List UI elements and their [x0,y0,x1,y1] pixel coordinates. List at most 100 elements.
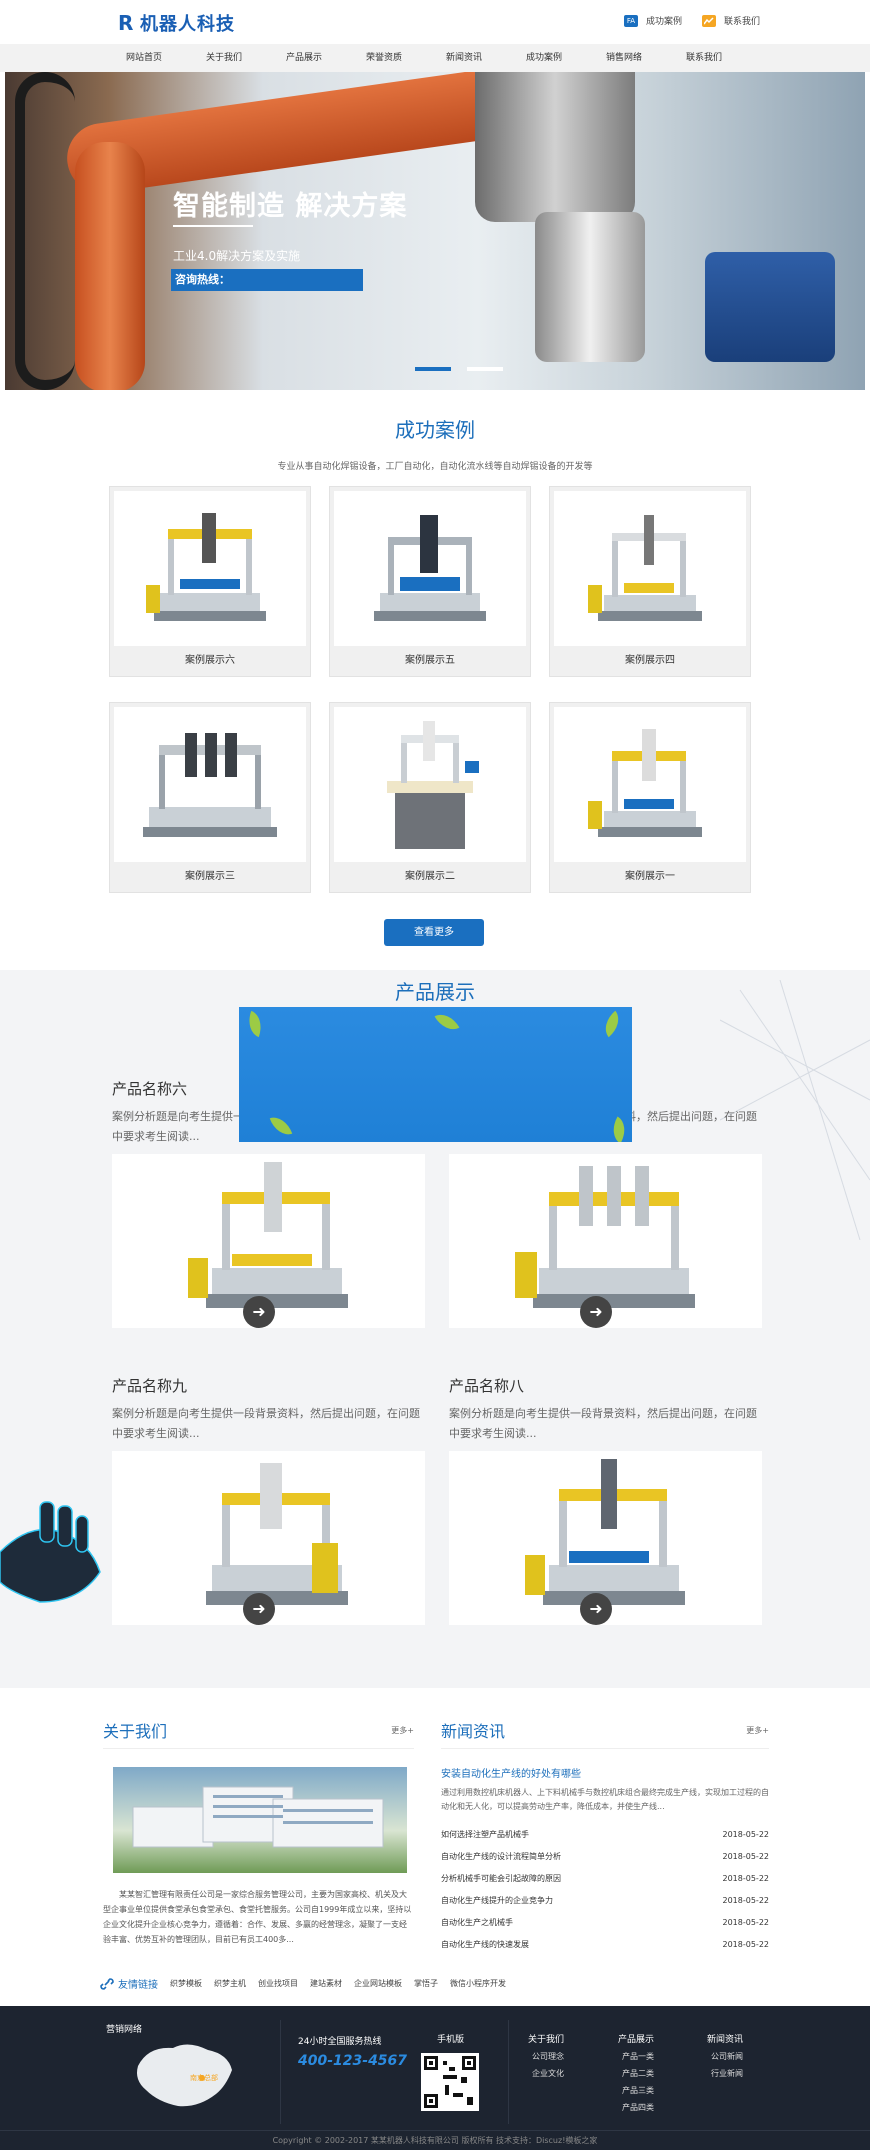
nav-item-network[interactable]: 销售网络 [584,44,664,72]
nav-item-honors[interactable]: 荣誉资质 [344,44,424,72]
footer-divider [280,2020,281,2124]
footer-link[interactable]: 产品二类 [622,2068,654,2079]
news-item[interactable]: 分析机械手可能会引起故障的原因 2018-05-22 [441,1868,769,1890]
signal-icon [701,14,716,27]
footer-link[interactable]: 产品三类 [622,2085,654,2096]
news-item[interactable]: 自动化生产线的快速发展 2018-05-22 [441,1934,769,1956]
slider-dot-2[interactable] [467,367,503,371]
product-card[interactable]: 产品名称八 案例分析题是向考生提供一段背景资料，然后提出问题，在问题中要求考生阅… [449,1375,762,1625]
leaf-decor [243,1010,267,1038]
product-image: ➜ [449,1154,762,1328]
header-links: FA 成功案例 联系我们 [623,14,760,27]
product-image: ➜ [112,1451,425,1625]
arrow-right-icon[interactable]: ➜ [580,1296,612,1328]
friend-link[interactable]: 企业网站模板 [354,1978,402,1989]
case-card[interactable]: 案例展示一 [549,702,751,893]
friend-link[interactable]: 织梦模板 [170,1978,202,1989]
news-headline-desc: 通过利用数控机床机器人、上下料机械手与数控机床组合最终完成生产线，实现加工过程的… [441,1788,769,1811]
product-card[interactable]: 产品名称九 案例分析题是向考生提供一段背景资料，然后提出问题，在问题中要求考生阅… [112,1375,425,1625]
footer-col-title: 新闻资讯 [707,2035,744,2045]
footer-link[interactable]: 行业新闻 [711,2068,743,2079]
arrow-right-icon[interactable]: ➜ [243,1593,275,1625]
news-item[interactable]: 自动化生产之机械手 2018-05-22 [441,1912,769,1934]
banner-divider [173,225,253,227]
nav-item-about[interactable]: 关于我们 [184,44,264,72]
about-block: 关于我们 更多+ 某某智汇管理有限责任公司是一家综合服务管理公司，主要为国家高校… [103,1718,414,1947]
friend-link[interactable]: 掌悟子 [414,1978,438,1989]
banner-subtitle: 工业4.0解决方案及实施 [173,249,301,263]
products-title: 产品展示 [395,980,475,1004]
banner-torch-shape [535,212,645,362]
floating-ad-popup[interactable] [239,1007,632,1142]
about-title: 关于我们 [103,1722,168,1741]
nav-item-cases[interactable]: 成功案例 [504,44,584,72]
case-image [334,707,526,862]
cases-title: 成功案例 [395,418,475,442]
arrow-right-icon[interactable]: ➜ [580,1593,612,1625]
footer-link[interactable]: 企业文化 [532,2068,564,2079]
leaf-decor [598,1010,626,1038]
footer-network-title: 营销网络 [106,2025,143,2035]
header: R 机器人科技 FA 成功案例 联系我们 [0,0,870,44]
view-more-button[interactable]: 查看更多 [384,919,484,946]
product-desc: 案例分析题是向考生提供一段背景资料，然后提出问题，在问题中要求考生阅读... [449,1407,757,1440]
leaf-decor [269,1112,293,1140]
copyright: Copyright © 2002-2017 某某机器人科技有限公司 版权所有 技… [0,2130,870,2150]
arrow-right-icon[interactable]: ➜ [243,1296,275,1328]
case-card[interactable]: 案例展示三 [109,702,311,893]
news-item-date: 2018-05-22 [722,1918,770,1927]
friend-link[interactable]: 织梦主机 [214,1978,246,1989]
case-caption: 案例展示二 [405,871,455,882]
banner-cable-shape [15,72,75,390]
logo-mark: R [118,11,134,35]
footer-network: 营销网络 南京总部 [106,2022,232,2107]
footer-link[interactable]: 公司新闻 [711,2051,743,2062]
news-item-title: 自动化生产线的设计流程简单分析 [441,1852,561,1861]
product-desc: 案例分析题是向考生提供一段背景资料，然后提出问题，在问题中要求考生阅读... [112,1407,420,1440]
friend-links-label: 友情链接 [100,1976,158,1991]
news-item[interactable]: 自动化生产线提升的企业竞争力 2018-05-22 [441,1890,769,1912]
logo[interactable]: R 机器人科技 [118,10,235,36]
case-card[interactable]: 案例展示二 [329,702,531,893]
news-more-link[interactable]: 更多+ [746,1725,769,1736]
about-more-link[interactable]: 更多+ [391,1725,414,1736]
footer-link[interactable]: 产品一类 [622,2051,654,2062]
case-image [114,491,306,646]
footer-col-title: 关于我们 [528,2035,565,2045]
case-caption: 案例展示五 [405,655,455,666]
news-item-date: 2018-05-22 [722,1830,770,1839]
nav-item-contact[interactable]: 联系我们 [664,44,744,72]
link-icon [100,1977,114,1990]
header-link-cases[interactable]: FA 成功案例 [623,14,682,27]
footer-link[interactable]: 公司理念 [532,2051,564,2062]
about-text: 某某智汇管理有限责任公司是一家综合服务管理公司，主要为国家高校、机关及大型企事业… [103,1890,412,1944]
friend-link[interactable]: 创业找项目 [258,1978,298,1989]
service-title: 24小时全国服务热线 [298,2037,382,2047]
cases-subtitle: 专业从事自动化焊锡设备，工厂自动化，自动化流水线等自动焊锡设备的开发等 [277,462,593,472]
nav-item-home[interactable]: 网站首页 [104,44,184,72]
case-image [554,491,746,646]
news-headline[interactable]: 安装自动化生产线的好处有哪些 [441,1765,769,1780]
news-item-title: 如何选择注塑产品机械手 [441,1830,529,1839]
slider-dot-1[interactable] [415,367,451,371]
footer-link[interactable]: 产品四类 [622,2102,654,2113]
fa-badge-icon: FA [623,14,638,27]
nav-item-news[interactable]: 新闻资讯 [424,44,504,72]
case-card[interactable]: 案例展示六 [109,486,311,677]
case-card[interactable]: 案例展示四 [549,486,751,677]
footer-divider [508,2020,509,2124]
hero-banner[interactable]: 智能制造 解决方案 工业4.0解决方案及实施 咨询热线： [5,72,865,390]
logo-text: 机器人科技 [140,14,235,35]
nav-item-products[interactable]: 产品展示 [264,44,344,72]
footer-col-about: 关于我们 公司理念 企业文化 [528,2032,564,2079]
header-link-contact[interactable]: 联系我们 [701,14,760,27]
footer-col-title: 产品展示 [618,2035,655,2045]
main-nav: 网站首页 关于我们 产品展示 荣誉资质 新闻资讯 成功案例 销售网络 联系我们 [0,44,870,72]
friend-link[interactable]: 微信小程序开发 [450,1978,506,1989]
news-item-title: 自动化生产线的快速发展 [441,1940,529,1949]
case-card[interactable]: 案例展示五 [329,486,531,677]
news-item[interactable]: 如何选择注塑产品机械手 2018-05-22 [441,1824,769,1846]
friend-link[interactable]: 建站素材 [310,1978,342,1989]
qr-code-icon [421,2053,479,2111]
news-item[interactable]: 自动化生产线的设计流程简单分析 2018-05-22 [441,1846,769,1868]
